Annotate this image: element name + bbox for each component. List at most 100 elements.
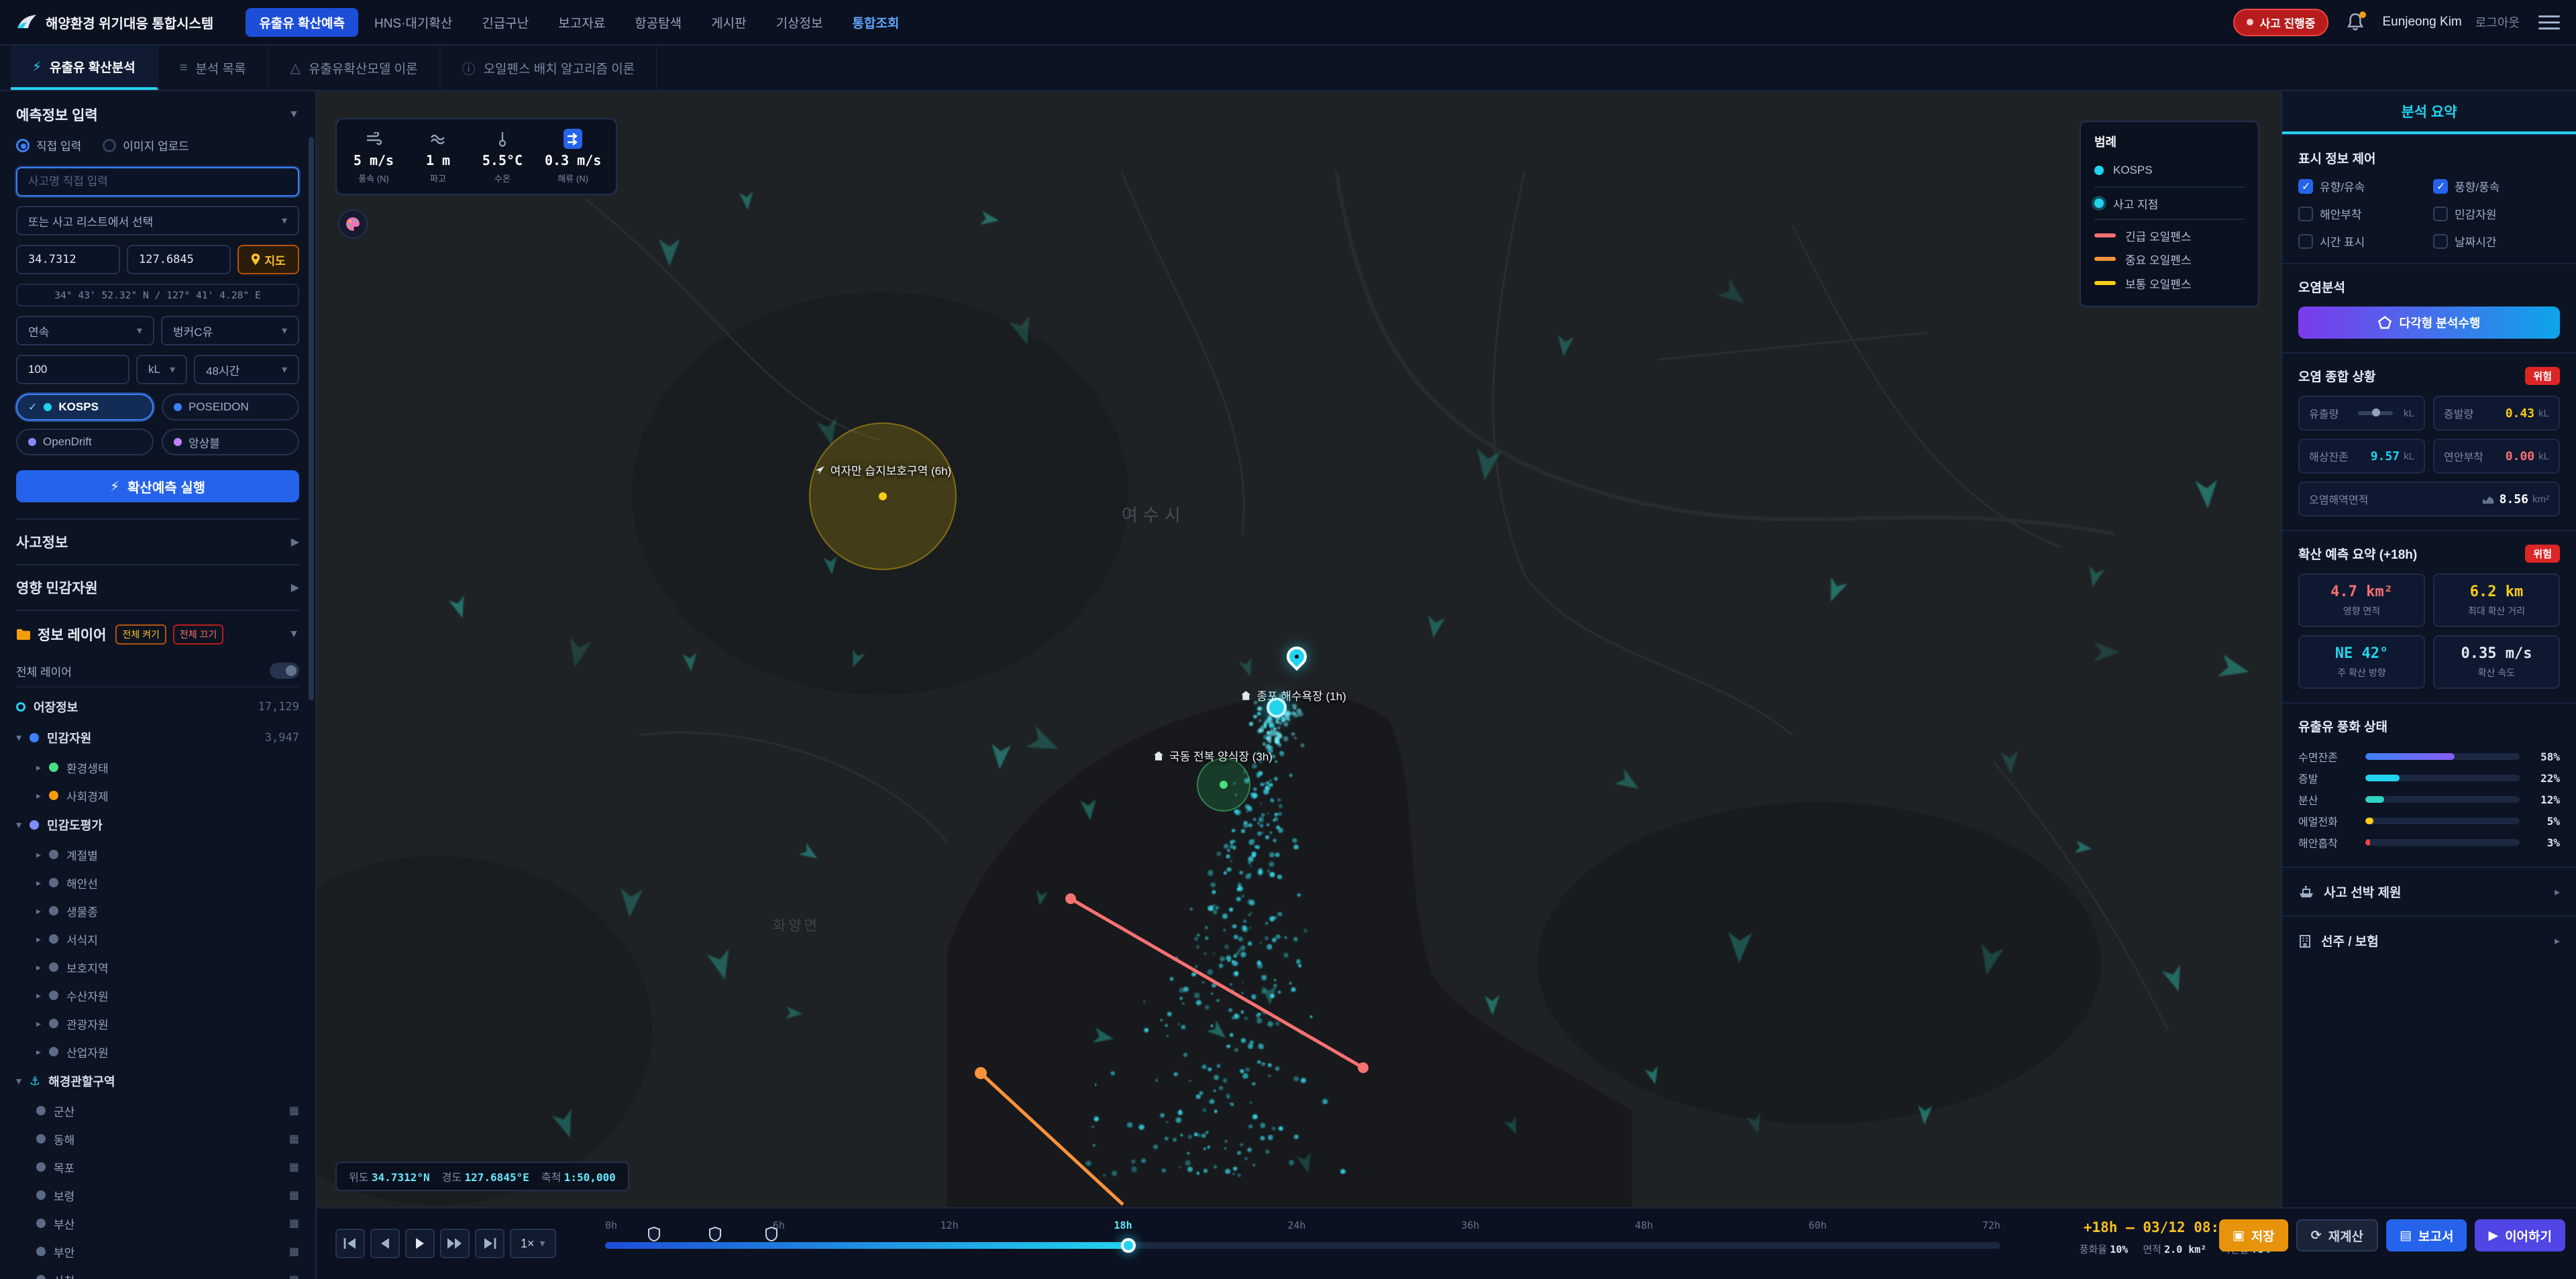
model-chip-poseidon[interactable]: POSEIDON [162, 394, 299, 421]
layer-child-mokpo[interactable]: 목포▦ [16, 1153, 299, 1181]
fence-event-marker[interactable] [765, 1222, 777, 1247]
timeline-progress-fill [605, 1242, 1128, 1249]
duration-select[interactable]: 48시간▾ [194, 355, 299, 384]
layer-child-habitat[interactable]: ▸서식지 [16, 925, 299, 953]
model-chip-kosps[interactable]: ✓KOSPS [16, 394, 154, 421]
nav-aerial[interactable]: 항공탐색 [621, 8, 695, 37]
layer-child-tourism[interactable]: ▸관광자원 [16, 1009, 299, 1038]
layer-child-sacheon[interactable]: 사천▦ [16, 1266, 299, 1279]
layer-child-donghae[interactable]: 동해▦ [16, 1125, 299, 1153]
tab-spill-analysis[interactable]: ⚡ 유출유 확산분석 [11, 46, 158, 90]
logout-link[interactable]: 로그아웃 [2475, 13, 2520, 31]
option-wind-dir[interactable]: 풍향/풍속 [2433, 178, 2560, 194]
skip-end-button[interactable] [475, 1229, 504, 1258]
layer-child-buan[interactable]: 부안▦ [16, 1237, 299, 1266]
run-forecast-button[interactable]: ⚡확산예측 실행 [16, 470, 299, 502]
layers-all-off-button[interactable]: 전체 끄기 [173, 624, 223, 645]
layer-child-fishery-res[interactable]: ▸수산자원 [16, 981, 299, 1009]
app-logo[interactable]: 해양환경 위기대응 통합시스템 [16, 13, 213, 32]
fast-forward-button[interactable] [440, 1229, 470, 1258]
layer-child-coastline[interactable]: ▸해안선 [16, 869, 299, 897]
nav-rescue[interactable]: 긴급구난 [468, 8, 542, 37]
option-time-display[interactable]: 시간 표시 [2298, 233, 2425, 249]
layer-child-busan[interactable]: 부산▦ [16, 1209, 299, 1237]
accident-name-input[interactable] [16, 167, 299, 197]
nav-integrated-search[interactable]: 통합조회 [839, 8, 912, 37]
continue-button[interactable]: ▶이어하기 [2475, 1219, 2565, 1252]
layer-child-gunsan[interactable]: 군산▦ [16, 1097, 299, 1125]
tab-model-theory[interactable]: △ 유출유확산모델 이론 [269, 46, 441, 90]
option-shore-adhesion[interactable]: 해안부착 [2298, 205, 2425, 222]
map-canvas-area[interactable]: 여수시 화양면 여자만 습지보호구역 (6h) 종포 해수욕장 (1h) [317, 91, 2281, 1207]
longitude-input[interactable] [127, 245, 231, 274]
layer-child-species[interactable]: ▸생물종 [16, 897, 299, 925]
accident-list-select[interactable]: 또는 사고 리스트에서 선택▾ [16, 206, 299, 235]
option-sensitive-res[interactable]: 민감자원 [2433, 205, 2560, 222]
spill-amount-mini-slider[interactable] [2358, 411, 2393, 415]
layer-child-eco[interactable]: ▸환경생태 [16, 753, 299, 781]
layer-row-sensitive-resources[interactable]: ▾ 민감자원 3,947 [16, 722, 299, 753]
grid-icon[interactable]: ▦ [289, 1160, 299, 1174]
layers-all-on-button[interactable]: 전체 켜기 [115, 624, 166, 645]
grid-icon[interactable]: ▦ [289, 1104, 299, 1117]
playback-speed-select[interactable]: 1×▾ [510, 1229, 556, 1258]
layer-child-protected[interactable]: ▸보호지역 [16, 953, 299, 981]
option-current-dir[interactable]: 유향/유속 [2298, 178, 2425, 194]
grid-icon[interactable]: ▦ [289, 1188, 299, 1202]
nav-board[interactable]: 게시판 [698, 8, 759, 37]
layer-child-industry[interactable]: ▸산업자원 [16, 1038, 299, 1066]
grid-icon[interactable]: ▦ [289, 1273, 299, 1279]
polygon-analysis-button[interactable]: 다각형 분석수행 [2298, 307, 2560, 339]
report-button[interactable]: ▤보고서 [2386, 1219, 2467, 1252]
tab-boom-algorithm-theory[interactable]: ⓘ 오일펜스 배치 알고리즘 이론 [441, 46, 658, 90]
impact-resources-accordion[interactable]: 영향 민감자원▶ [16, 564, 299, 610]
play-button[interactable] [405, 1229, 435, 1258]
predict-section-header[interactable]: 예측정보 입력 ▼ [16, 105, 299, 125]
pick-on-map-button[interactable]: 지도 [237, 245, 299, 274]
timeline-slider[interactable] [605, 1242, 2000, 1249]
fence-event-marker[interactable] [709, 1222, 721, 1247]
vessel-specs-accordion[interactable]: 사고 선박 제원 ▸ [2282, 867, 2576, 915]
model-chip-opendrift[interactable]: OpenDrift [16, 429, 154, 455]
nav-reports[interactable]: 보고자료 [545, 8, 619, 37]
layer-child-socioeconomic[interactable]: ▸사회경제 [16, 781, 299, 810]
amount-unit-select[interactable]: kL▾ [136, 355, 187, 384]
layer-row-fishery[interactable]: 어장정보 17,129 [16, 691, 299, 722]
menu-icon[interactable] [2538, 15, 2560, 30]
skip-start-button[interactable] [335, 1229, 365, 1258]
sidebar-scrollbar[interactable] [309, 137, 314, 700]
nav-spill-forecast[interactable]: 유출유 확산예측 [246, 8, 358, 37]
spill-type-select[interactable]: 연속▾ [16, 316, 154, 345]
owner-insurance-accordion[interactable]: 선주 / 보험 ▸ [2282, 915, 2576, 964]
grid-icon[interactable]: ▦ [289, 1132, 299, 1146]
layer-row-kcg-districts[interactable]: ▾ ⚓ 해경관할구역 [16, 1066, 299, 1097]
save-button[interactable]: ▣저장 [2219, 1219, 2288, 1252]
tab-analysis-list[interactable]: ≡ 분석 목록 [158, 46, 269, 90]
layer-child-seasonal[interactable]: ▸계절별 [16, 840, 299, 869]
map-style-button[interactable] [338, 209, 368, 239]
radio-direct-input[interactable]: 직접 입력 [16, 137, 81, 154]
incident-status-badge[interactable]: 사고 진행중 [2233, 9, 2329, 36]
fence-event-marker[interactable] [648, 1222, 660, 1247]
option-datetime[interactable]: 날짜시간 [2433, 233, 2560, 249]
bird-icon [814, 465, 825, 476]
master-layer-toggle[interactable] [270, 663, 299, 679]
nav-hns[interactable]: HNS·대기확산 [361, 8, 466, 37]
grid-icon[interactable]: ▦ [289, 1245, 299, 1258]
grid-icon[interactable]: ▦ [289, 1217, 299, 1230]
timeline-handle[interactable] [1121, 1238, 1136, 1253]
layer-row-sensitivity[interactable]: ▾ 민감도평가 [16, 810, 299, 840]
layer-child-boryeong[interactable]: 보령▦ [16, 1181, 299, 1209]
spill-amount-input[interactable] [16, 355, 129, 384]
notifications-button[interactable] [2342, 9, 2369, 36]
accident-info-accordion[interactable]: 사고정보▶ [16, 518, 299, 564]
step-back-button[interactable] [370, 1229, 400, 1258]
nav-weather[interactable]: 기상정보 [763, 8, 837, 37]
latitude-input[interactable] [16, 245, 120, 274]
radio-image-upload[interactable]: 이미지 업로드 [103, 137, 189, 154]
model-chip-ensemble[interactable]: 앙상블 [162, 429, 299, 455]
chevron-down-icon: ▾ [282, 214, 287, 227]
oil-type-select[interactable]: 벙커C유▾ [161, 316, 299, 345]
summary-header[interactable]: 분석 요약 [2282, 91, 2576, 134]
recalculate-button[interactable]: ⟳재계산 [2296, 1219, 2378, 1252]
